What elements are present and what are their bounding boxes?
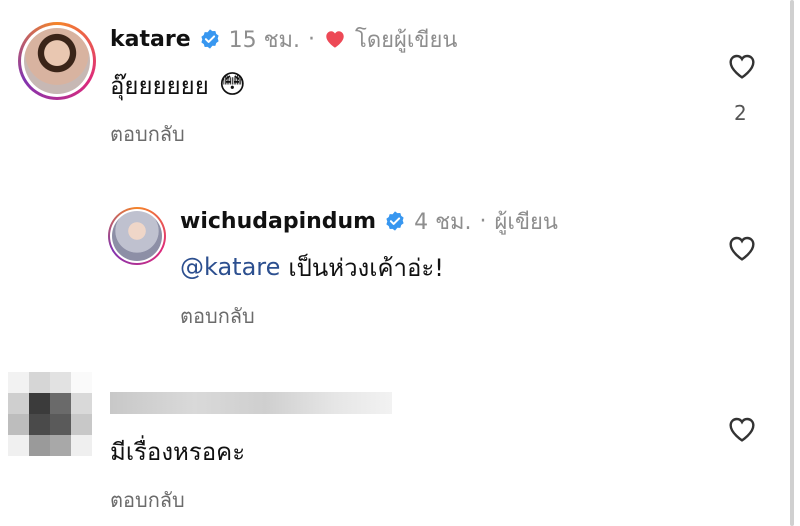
separator-dot: · <box>308 26 316 52</box>
reply-button[interactable]: ตอบกลับ <box>110 118 185 150</box>
timestamp: 4 ชม. <box>414 209 472 235</box>
reply-button[interactable]: ตอบกลับ <box>110 484 185 516</box>
avatar-photo <box>24 28 90 94</box>
avatar-katare[interactable] <box>18 22 96 100</box>
avatar-photo <box>112 211 162 261</box>
verified-badge-icon <box>386 211 404 231</box>
like-count: 2 <box>734 101 747 125</box>
timestamp: 15 ชม. <box>228 27 301 53</box>
heart-outline-icon[interactable] <box>724 413 760 445</box>
verified-badge-icon <box>200 29 219 49</box>
comment-body-2: @katare เป็นห่วงเค้าอ่ะ! <box>180 248 444 286</box>
liked-by-author-label: โดยผู้เขียน <box>355 27 458 53</box>
flushed-face-emoji: 😳 <box>218 70 246 100</box>
separator-dot: · <box>479 208 487 234</box>
comment-body-1: อุ๊ยยยยยย 😳 <box>110 66 246 104</box>
comment-text: เป็นห่วงเค้าอ่ะ! <box>288 253 444 282</box>
avatar-pixelated[interactable] <box>8 372 92 456</box>
username[interactable]: katare <box>110 27 191 52</box>
comment-text: มีเรื่องหรอคะ <box>110 438 246 466</box>
scrollbar[interactable] <box>790 0 794 526</box>
comment-text: อุ๊ยยยยยย <box>110 71 209 100</box>
comment-header-1: katare 15 ชม. · โดยผู้เขียน <box>110 22 457 56</box>
heart-outline-icon[interactable] <box>724 50 760 82</box>
avatar-wichudapindum[interactable] <box>108 207 166 265</box>
mention-link[interactable]: @katare <box>180 253 280 281</box>
username[interactable]: wichudapindum <box>180 209 376 234</box>
pixelated-username <box>110 392 392 414</box>
heart-outline-icon[interactable] <box>724 232 760 264</box>
comment-header-2: wichudapindum 4 ชม. · ผู้เขียน <box>180 205 558 237</box>
heart-filled-icon <box>326 31 344 48</box>
reply-button[interactable]: ตอบกลับ <box>180 300 255 332</box>
author-label: ผู้เขียน <box>494 209 558 235</box>
